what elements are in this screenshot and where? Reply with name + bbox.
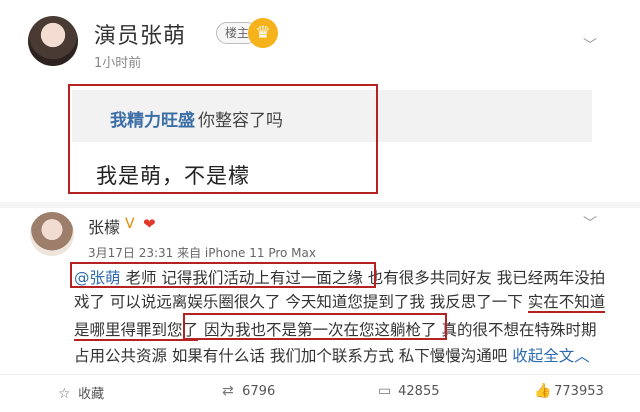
thumbs-up-icon: 👍 [534, 383, 552, 399]
underlined-text: 实在不知道 [527, 293, 606, 313]
vip-badge: V [125, 216, 135, 232]
post-body-line: 占用公共资源 如果有什么话 我们加个联系方式 私下慢慢沟通吧 收起全文︿ [74, 344, 590, 366]
highlight-box [183, 313, 447, 340]
post-meta: 3月17日 23:31 来自 iPhone 11 Pro Max [88, 246, 316, 260]
comment-icon: ▭ [378, 383, 392, 399]
favorite-label: 收藏 [78, 387, 105, 402]
highlight-box [70, 262, 376, 288]
comment-button[interactable]: ▭ 42855 [378, 383, 440, 399]
body-text: 也有很多共同好友 我已经两年没拍 [362, 269, 606, 287]
favorite-button[interactable]: ☆ 收藏 [58, 383, 104, 402]
body-text: 真的很不想在特殊时期 [436, 321, 597, 339]
divider [0, 202, 640, 208]
chevron-down-icon[interactable]: ﹀ [583, 35, 597, 55]
highlight-box [68, 84, 378, 194]
crown-icon: ♛ [248, 18, 278, 48]
post-body-line: 戏了 可以说远离娱乐圈很久了 今天知道您提到了我 我反思了一下 实在不知道 [74, 290, 606, 313]
repost-count: 6796 [242, 384, 276, 399]
underlined-text: 是哪里得罪到您了 [74, 321, 199, 341]
avatar[interactable] [28, 16, 78, 66]
repost-icon: ⇄ [222, 383, 234, 399]
star-icon: ☆ [58, 386, 71, 402]
like-button[interactable]: 👍 773953 [534, 383, 604, 399]
body-text: 戏了 可以说远离娱乐圈很久了 今天知道您提到了我 我反思了一下 [74, 293, 528, 311]
user-name[interactable]: 演员张萌 [94, 18, 186, 50]
user-name[interactable]: 张檬 [88, 214, 120, 238]
heart-icon: ❤ [143, 215, 156, 233]
chevron-down-icon[interactable]: ﹀ [583, 213, 597, 233]
like-count: 773953 [554, 384, 604, 399]
chevron-up-icon[interactable]: ︿ [574, 347, 590, 365]
body-text: 占用公共资源 如果有什么话 我们加个联系方式 私下慢慢沟通吧 [74, 347, 513, 365]
comment-count: 42855 [398, 384, 440, 399]
repost-button[interactable]: ⇄ 6796 [222, 383, 275, 399]
avatar[interactable] [30, 212, 74, 256]
post-time: 1小时前 [94, 56, 142, 71]
collapse-link[interactable]: 收起全文 [512, 347, 574, 365]
